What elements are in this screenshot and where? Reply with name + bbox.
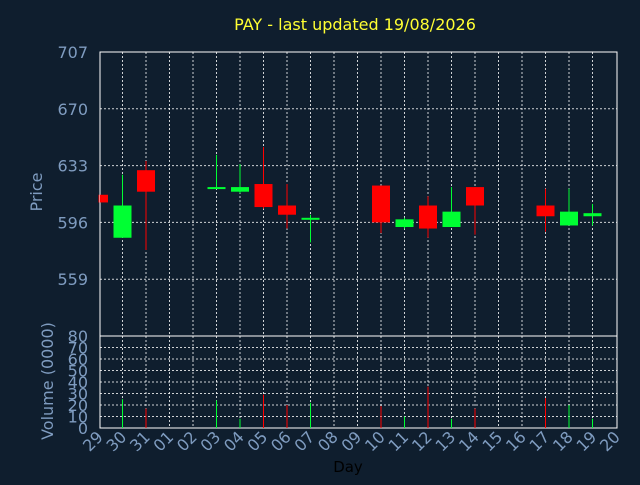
candle-body: [207, 187, 226, 190]
candle-body: [113, 205, 132, 238]
price-axis-label: Price: [27, 172, 46, 211]
candle-body: [278, 205, 296, 215]
candle-body: [466, 187, 484, 206]
price-tick-label: 633: [57, 157, 88, 176]
volume-panel: 80706050403020100: [68, 327, 618, 438]
x-tick-label: 20: [596, 427, 624, 455]
candle-body: [395, 219, 414, 228]
candlestick-chart: PAY - last updated 19/08/2026 707 670 633 5…: [27, 15, 624, 476]
candle-body: [419, 205, 437, 229]
candle-body: [137, 170, 155, 192]
candle-body: [100, 194, 108, 203]
chart-title: PAY - last updated 19/08/2026: [234, 15, 476, 34]
price-panel: 707 670 633 596 559: [57, 43, 618, 337]
candle-body: [536, 205, 555, 217]
price-tick-label: 707: [57, 43, 88, 62]
volume-axis-label: Volume (0000): [38, 322, 57, 440]
price-tick-label: 596: [57, 213, 88, 232]
candle-body: [442, 211, 461, 228]
candle-body: [583, 213, 602, 217]
price-tick-label: 670: [57, 100, 88, 119]
candle-body: [372, 185, 390, 223]
candle-body: [301, 217, 320, 220]
candle-body: [231, 187, 249, 192]
x-axis: 2930310102030405060708091011121314151617…: [79, 427, 624, 455]
price-tick-label: 559: [57, 270, 88, 289]
candle-body: [254, 184, 273, 208]
chart-stage: PAY - last updated 19/08/2026 707 670 633 5…: [0, 0, 640, 480]
x-axis-label: Day: [333, 458, 363, 476]
candle-body: [560, 211, 578, 226]
price-frame: [99, 51, 618, 337]
